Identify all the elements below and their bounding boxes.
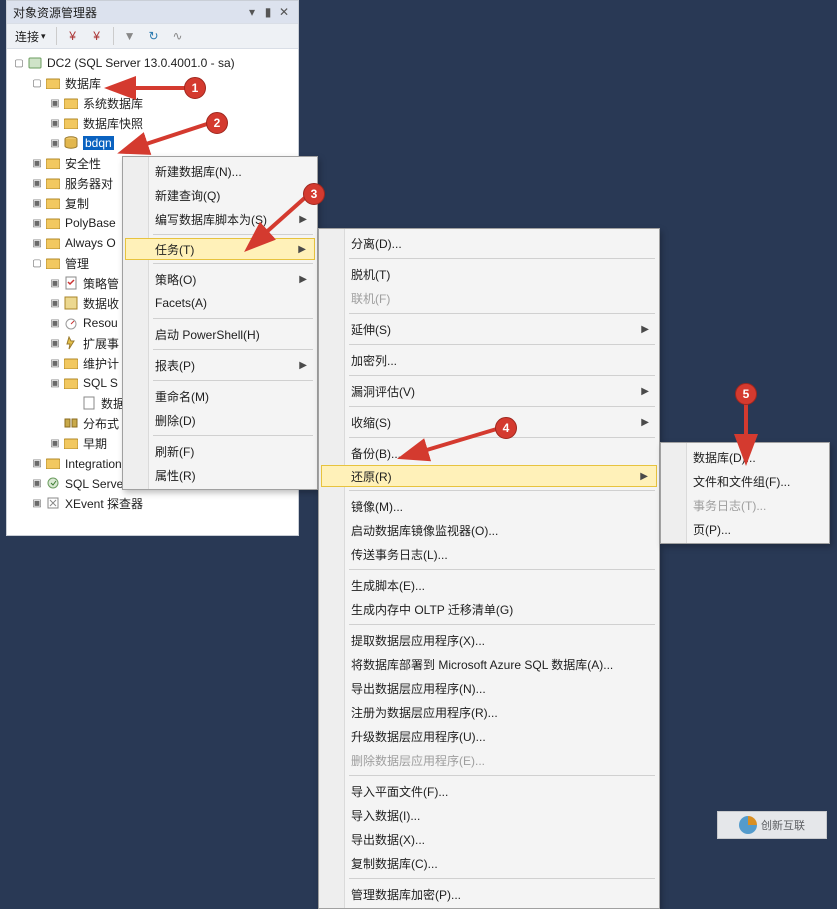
mi-managetde[interactable]: 管理数据库加密(P)... xyxy=(321,882,657,906)
mi-copydb[interactable]: 复制数据库(C)... xyxy=(321,851,657,875)
annotation-bubble-2: 2 xyxy=(206,112,228,134)
annotation-bubble-5: 5 xyxy=(735,383,757,405)
annotation-bubble-3: 3 xyxy=(303,183,325,205)
annotation-bubble-1: 1 xyxy=(184,77,206,99)
annotation-layer xyxy=(0,0,837,849)
annotation-bubble-4: 4 xyxy=(495,417,517,439)
